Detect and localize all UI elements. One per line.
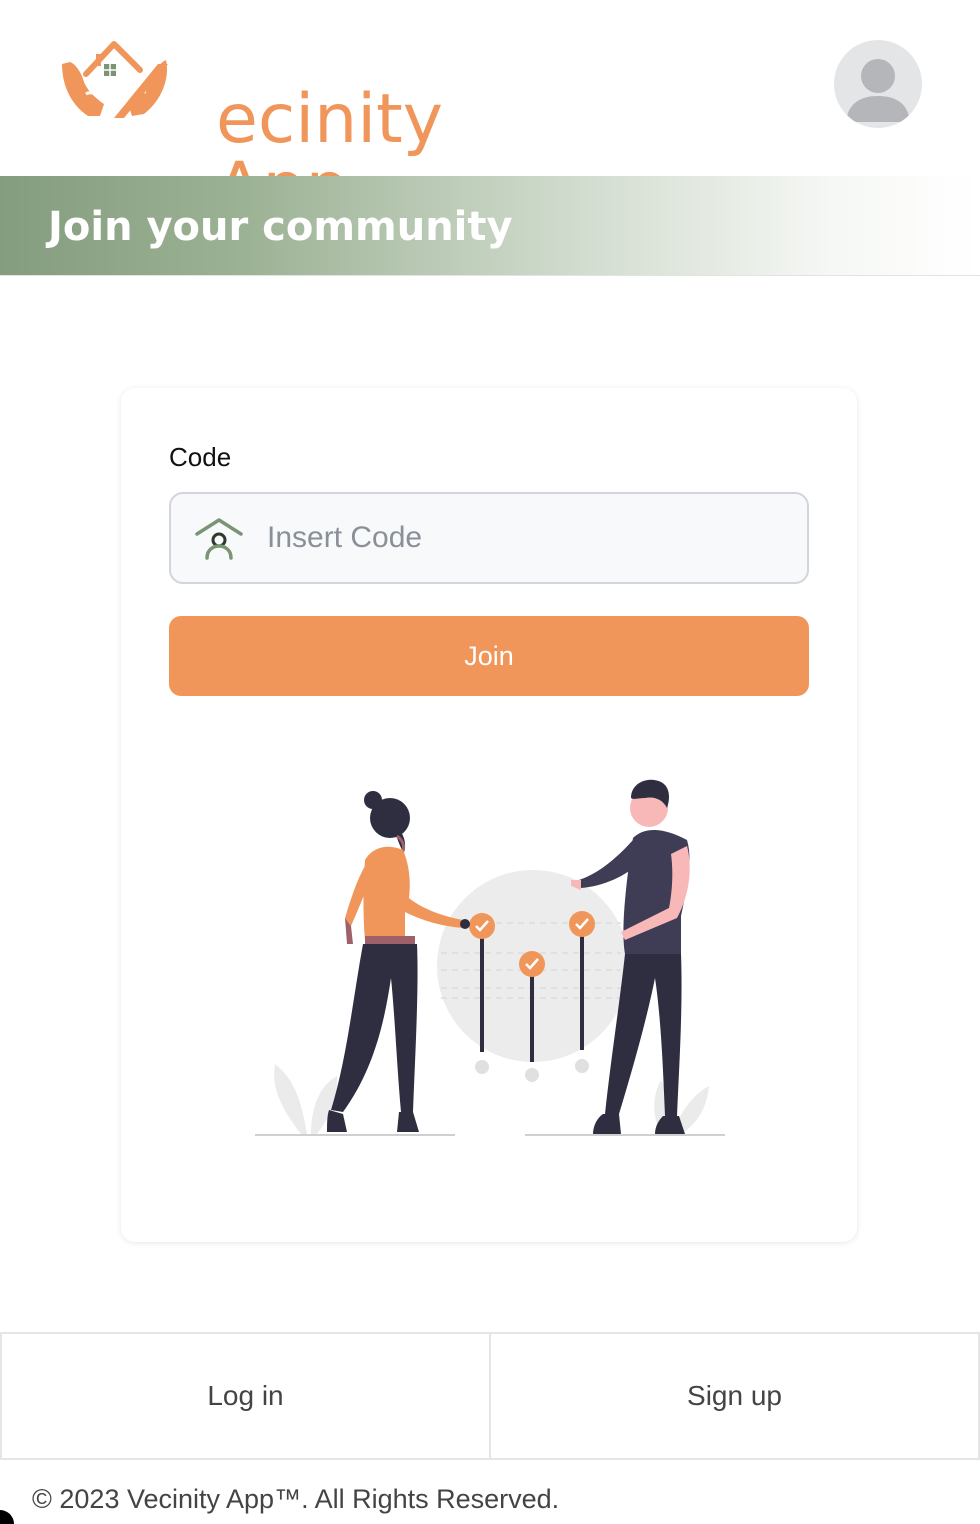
window-corner [0,1510,14,1524]
page-title: Join your community [48,204,513,250]
app-header: ecinity App [0,0,980,222]
join-community-card: Code Join [121,388,857,1242]
app-logo[interactable]: ecinity App [58,34,518,222]
join-button[interactable]: Join [169,616,809,696]
code-field-wrapper[interactable] [169,492,809,584]
page-banner: Join your community [0,176,980,276]
code-input[interactable] [267,512,787,564]
home-person-icon [195,518,243,560]
two-people-checklist-illustration [255,779,725,1136]
logo-hands-house-icon [62,41,168,118]
code-label: Code [169,442,232,472]
user-avatar-icon[interactable] [834,40,922,128]
person-silhouette-icon [846,59,910,122]
signup-link[interactable]: Sign up [491,1334,980,1458]
footer-copyright: © 2023 Vecinity App™. All Rights Reserve… [32,1484,560,1514]
login-link[interactable]: Log in [0,1334,491,1458]
bottom-nav: Log in Sign up [0,1332,980,1460]
